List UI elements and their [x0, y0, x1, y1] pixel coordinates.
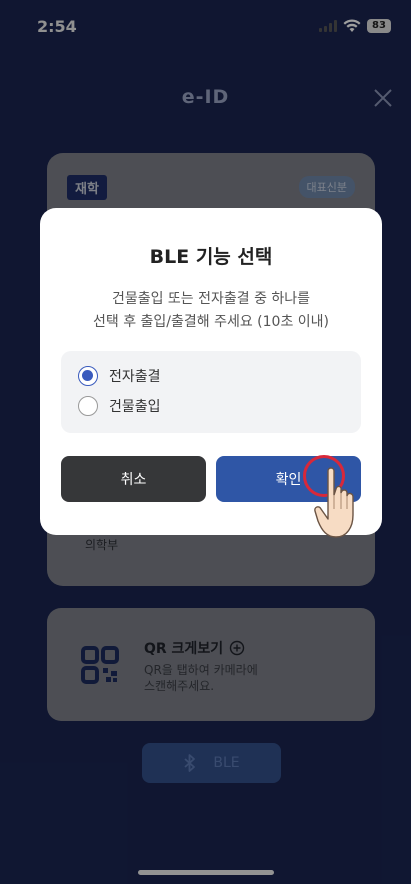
radio-unchecked-icon[interactable] [78, 396, 98, 416]
pointer-hand-icon [314, 467, 354, 538]
option-building-access-label: 건물출입 [109, 399, 161, 415]
option-attendance-label: 전자출결 [109, 369, 161, 385]
radio-checked-icon[interactable] [78, 366, 98, 386]
dialog-desc-line-2: 선택 후 출입/출결해 주세요 (10초 이내) [92, 314, 330, 330]
phone-screen: 2:54 83 e-ID 재학 대표신분 의학부 QR 크게보기 QR을 탭하여… [0, 0, 411, 884]
dialog-description: 건물출입 또는 전자출결 중 하나를 선택 후 출입/출결해 주세요 (10초 … [40, 288, 382, 334]
option-attendance[interactable]: 전자출결 [78, 366, 161, 386]
dialog-title: BLE 기능 선택 [149, 246, 273, 268]
option-group: 전자출결 건물출입 [61, 351, 361, 433]
dialog-desc-line-1: 건물출입 또는 전자출결 중 하나를 [111, 291, 311, 307]
option-building-access[interactable]: 건물출입 [78, 396, 161, 416]
cancel-button[interactable]: 취소 [61, 456, 206, 502]
